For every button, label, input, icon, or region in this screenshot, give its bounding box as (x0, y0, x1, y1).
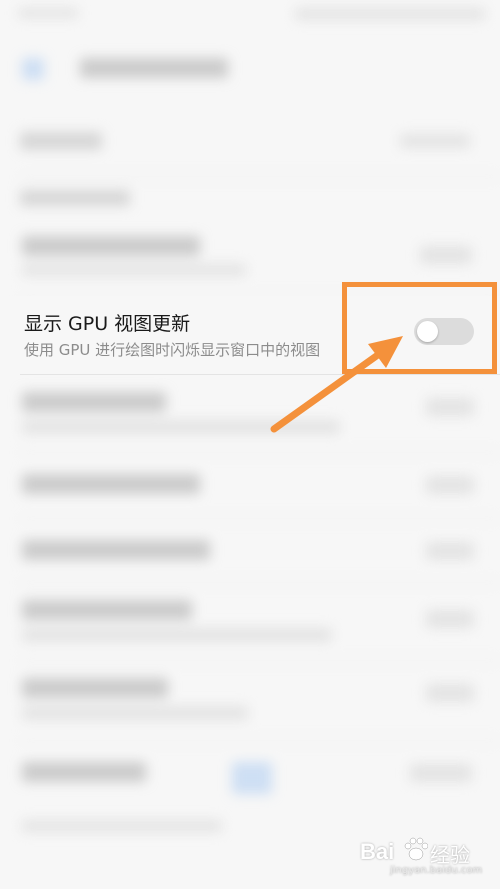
baidu-paw-icon (404, 837, 428, 861)
watermark-brand: Bai (360, 839, 395, 864)
baidu-watermark: Bai 经验 jingyan.baidu.com (356, 837, 486, 881)
watermark-url: jingyan.baidu.com (390, 865, 483, 876)
arrow-up-right-icon (270, 336, 403, 433)
watermark-product: 经验 (430, 843, 470, 867)
